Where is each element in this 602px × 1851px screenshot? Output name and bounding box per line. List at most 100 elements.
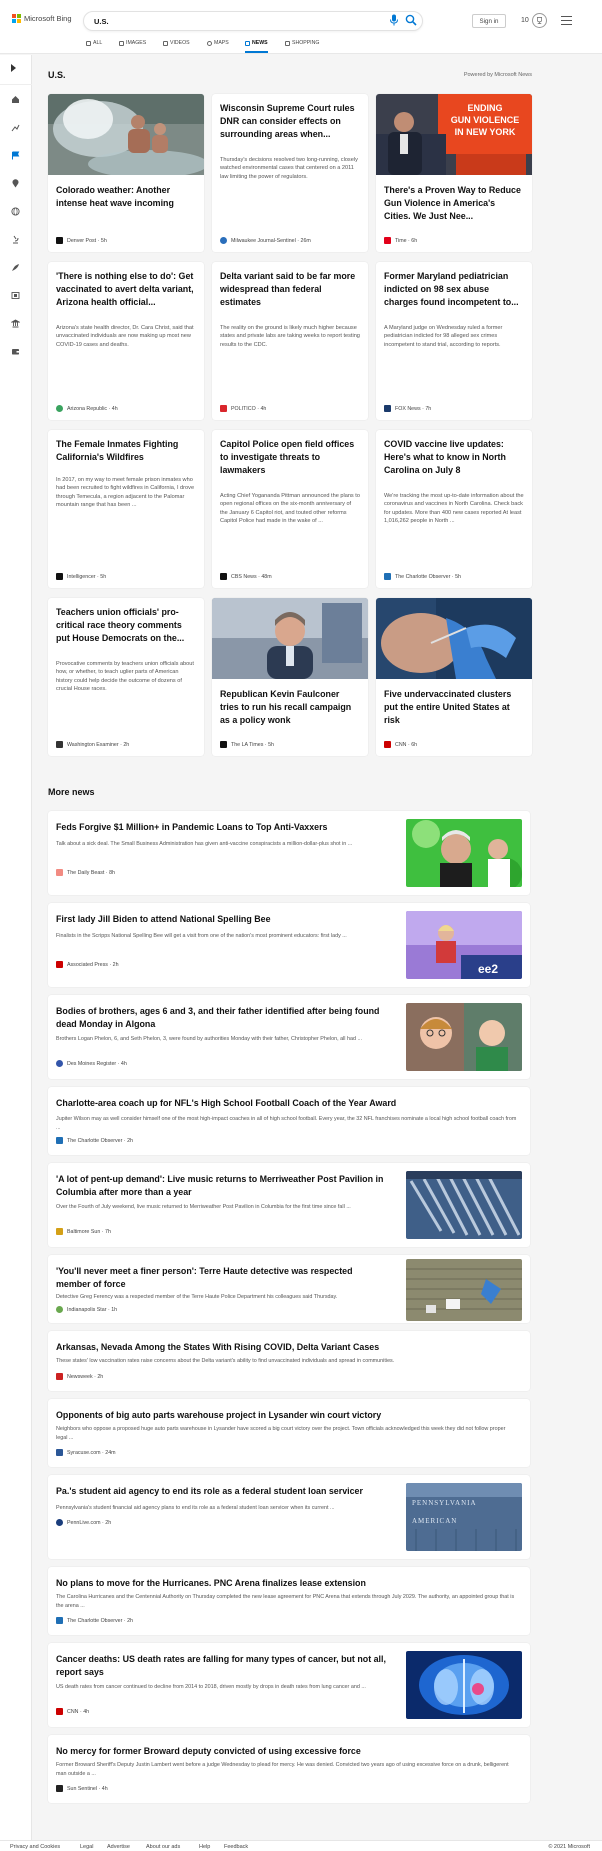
- footer-link-about-ads[interactable]: About our ads: [146, 1844, 180, 1850]
- source-logo-icon: [220, 741, 227, 748]
- source-logo-icon: [384, 405, 391, 412]
- card-source: Milwaukee Journal-Sentinel · 26m: [220, 237, 311, 244]
- item-snippet: Finalists in the Scripps National Spelli…: [56, 933, 347, 939]
- item-snippet: These states' low vaccination rates rais…: [56, 1358, 395, 1364]
- card-source: The LA Times · 5h: [220, 741, 274, 748]
- news-list-item[interactable]: First lady Jill Biden to attend National…: [48, 903, 530, 987]
- news-card[interactable]: 'There is nothing else to do': Get vacci…: [48, 262, 204, 420]
- source-logo-icon: [56, 1060, 63, 1067]
- item-source: Newsweek · 2h: [56, 1373, 103, 1380]
- location-icon[interactable]: [11, 179, 20, 188]
- svg-text:AMERICAN: AMERICAN: [412, 1517, 457, 1525]
- card-image: [48, 94, 204, 175]
- tab-shopping[interactable]: SHOPPING: [285, 40, 319, 46]
- home-icon[interactable]: [11, 95, 20, 104]
- card-source: CNN · 6h: [384, 741, 417, 748]
- news-list-item[interactable]: Arkansas, Nevada Among the States With R…: [48, 1331, 530, 1391]
- card-source: Denver Post · 5h: [56, 237, 107, 244]
- news-card[interactable]: The Female Inmates Fighting California's…: [48, 430, 204, 588]
- card-title: Capitol Police open field offices to inv…: [220, 439, 355, 475]
- map-pin-icon: [207, 40, 212, 46]
- source-logo-icon: [56, 869, 63, 876]
- tab-news[interactable]: NEWS: [245, 40, 268, 53]
- news-list-item[interactable]: No plans to move for the Hurricanes. PNC…: [48, 1567, 530, 1635]
- news-card[interactable]: ENDING GUN VIOLENCE IN NEW YORK There's …: [376, 94, 532, 252]
- globe-icon[interactable]: [11, 207, 20, 216]
- search-icon[interactable]: [405, 14, 417, 26]
- news-card[interactable]: Wisconsin Supreme Court rules DNR can co…: [212, 94, 368, 252]
- footer-link-legal[interactable]: Legal: [80, 1844, 93, 1850]
- card-snippet: Thursday's decisions resolved two long-r…: [220, 157, 358, 180]
- wallet-icon[interactable]: [11, 347, 20, 356]
- item-source: Baltimore Sun · 7h: [56, 1228, 111, 1235]
- microphone-icon[interactable]: [389, 14, 399, 26]
- item-title: No plans to move for the Hurricanes. PNC…: [56, 1578, 366, 1588]
- news-card[interactable]: Republican Kevin Faulconer tries to run …: [212, 598, 368, 756]
- footer-link-advertise[interactable]: Advertise: [107, 1844, 130, 1850]
- news-card[interactable]: Teachers union officials' pro-critical r…: [48, 598, 204, 756]
- rocket-icon[interactable]: [11, 263, 20, 272]
- footer-link-help[interactable]: Help: [199, 1844, 210, 1850]
- tab-videos[interactable]: VIDEOS: [163, 40, 190, 46]
- tab-all[interactable]: ALL: [86, 40, 102, 46]
- item-thumbnail: ee2: [406, 911, 522, 979]
- footer-link-privacy[interactable]: Privacy and Cookies: [10, 1844, 60, 1850]
- news-list-item[interactable]: Opponents of big auto parts warehouse pr…: [48, 1399, 530, 1467]
- tab-maps[interactable]: MAPS: [207, 40, 229, 46]
- svg-text:PENNSYLVANIA: PENNSYLVANIA: [412, 1499, 477, 1507]
- section-title: U.S.: [48, 70, 66, 80]
- news-list-item[interactable]: No mercy for former Broward deputy convi…: [48, 1735, 530, 1803]
- news-list-item[interactable]: 'A lot of pent-up demand': Live music re…: [48, 1163, 530, 1247]
- flag-icon[interactable]: [11, 151, 20, 160]
- source-logo-icon: [56, 1306, 63, 1313]
- news-card[interactable]: Delta variant said to be far more widesp…: [212, 262, 368, 420]
- film-icon[interactable]: [11, 291, 20, 300]
- card-image: [212, 598, 368, 679]
- news-list-item[interactable]: Feds Forgive $1 Million+ in Pandemic Loa…: [48, 811, 530, 895]
- news-list-item[interactable]: Pa.'s student aid agency to end its role…: [48, 1475, 530, 1559]
- footer-link-feedback[interactable]: Feedback: [224, 1844, 248, 1850]
- card-title: There's a Proven Way to Reduce Gun Viole…: [384, 185, 521, 221]
- news-card[interactable]: Former Maryland pediatrician indicted on…: [376, 262, 532, 420]
- bing-logo[interactable]: Microsoft Bing: [12, 14, 72, 23]
- image-icon: [119, 40, 124, 46]
- news-list-item[interactable]: Charlotte-area coach up for NFL's High S…: [48, 1087, 530, 1155]
- card-snippet: Arizona's state health director, Dr. Car…: [56, 325, 194, 348]
- card-source: Arizona Republic · 4h: [56, 405, 118, 412]
- news-list-item[interactable]: Cancer deaths: US death rates are fallin…: [48, 1643, 530, 1727]
- source-logo-icon: [220, 573, 227, 580]
- source-logo-icon: [56, 1519, 63, 1526]
- item-source: Indianapolis Star · 1h: [56, 1306, 117, 1313]
- rewards-count[interactable]: 10: [521, 17, 529, 24]
- rewards-trophy-icon[interactable]: [532, 13, 547, 28]
- microscope-icon[interactable]: [11, 235, 20, 244]
- news-list-item[interactable]: Bodies of brothers, ages 6 and 3, and th…: [48, 995, 530, 1079]
- sidebar-toggle[interactable]: [0, 55, 32, 85]
- item-snippet: US death rates from cancer continued to …: [56, 1684, 366, 1690]
- card-title: COVID vaccine live updates: Here's what …: [384, 439, 506, 475]
- tab-images[interactable]: IMAGES: [119, 40, 146, 46]
- source-logo-icon: [56, 741, 63, 748]
- svg-text:GUN VIOLENCE: GUN VIOLENCE: [451, 115, 520, 125]
- news-sidebar: [0, 55, 32, 1851]
- item-source: The Charlotte Observer · 2h: [56, 1617, 133, 1624]
- news-card[interactable]: COVID vaccine live updates: Here's what …: [376, 430, 532, 588]
- source-logo-icon: [56, 573, 63, 580]
- top-bar: Microsoft Bing U.S. Sign in 10: [0, 0, 602, 35]
- trend-icon[interactable]: [11, 123, 20, 132]
- shopping-bag-icon: [285, 40, 290, 46]
- card-title: Teachers union officials' pro-critical r…: [56, 607, 185, 643]
- news-list-item[interactable]: 'You'll never meet a finer person': Terr…: [48, 1255, 530, 1323]
- search-input[interactable]: U.S.: [83, 11, 423, 31]
- news-card[interactable]: Colorado weather: Another intense heat w…: [48, 94, 204, 252]
- sign-in-button[interactable]: Sign in: [472, 14, 506, 28]
- search-icon: [86, 40, 91, 46]
- news-card[interactable]: Five undervaccinated clusters put the en…: [376, 598, 532, 756]
- page-footer: Privacy and Cookies Legal Advertise Abou…: [0, 1840, 602, 1851]
- news-card[interactable]: Capitol Police open field offices to inv…: [212, 430, 368, 588]
- card-snippet: We're tracking the most up-to-date infor…: [384, 493, 524, 524]
- menu-icon[interactable]: [561, 16, 572, 25]
- svg-text:ENDING: ENDING: [467, 103, 502, 113]
- item-source: The Charlotte Observer · 2h: [56, 1137, 133, 1144]
- bank-icon[interactable]: [11, 319, 20, 328]
